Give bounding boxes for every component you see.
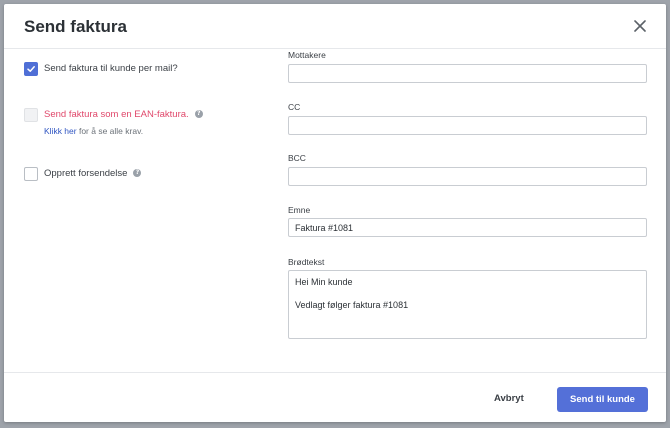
send-to-customer-button[interactable]: Send til kunde xyxy=(557,387,648,412)
ean-requirements-link[interactable]: Klikk her xyxy=(44,126,77,136)
help-icon[interactable]: ? xyxy=(194,110,203,118)
send-mail-option[interactable]: Send faktura til kunde per mail? xyxy=(24,62,178,76)
shipment-label: Opprett forsendelse xyxy=(44,168,128,179)
ean-checkbox xyxy=(24,108,38,122)
body-textarea[interactable]: Hei Min kunde Vedlagt følger faktura #10… xyxy=(288,270,647,339)
modal-header: Send faktura xyxy=(4,4,666,49)
bcc-input[interactable] xyxy=(288,167,647,186)
recipients-input[interactable] xyxy=(288,64,647,83)
ean-option: Send faktura som en EAN-faktura. ? xyxy=(24,108,203,122)
help-icon[interactable]: ? xyxy=(133,169,142,177)
cancel-button[interactable]: Avbryt xyxy=(494,393,524,404)
close-icon[interactable] xyxy=(630,16,650,36)
modal-footer: Avbryt Send til kunde xyxy=(4,372,666,423)
recipients-label: Mottakere xyxy=(288,50,326,60)
send-invoice-modal: Send faktura Send faktura til kunde per … xyxy=(4,4,666,422)
body-line: Hei Min kunde xyxy=(295,277,353,287)
bcc-label: BCC xyxy=(288,153,306,163)
ean-requirements-line: Klikk her for å se alle krav. xyxy=(44,126,143,136)
send-mail-checkbox[interactable] xyxy=(24,62,38,76)
body-label: Brødtekst xyxy=(288,257,325,267)
ean-requirements-text: for å se alle krav. xyxy=(78,126,144,136)
cc-input[interactable] xyxy=(288,116,647,135)
ean-label: Send faktura som en EAN-faktura. xyxy=(44,109,189,120)
shipment-checkbox[interactable] xyxy=(24,167,38,181)
cc-label: CC xyxy=(288,102,301,112)
subject-input[interactable]: Faktura #1081 xyxy=(288,218,647,237)
body-line: Vedlagt følger faktura #1081 xyxy=(295,300,409,310)
send-mail-label: Send faktura til kunde per mail? xyxy=(44,63,178,74)
shipment-option[interactable]: Opprett forsendelse ? xyxy=(24,167,142,181)
modal-title: Send faktura xyxy=(24,17,127,36)
subject-label: Emne xyxy=(288,205,311,215)
